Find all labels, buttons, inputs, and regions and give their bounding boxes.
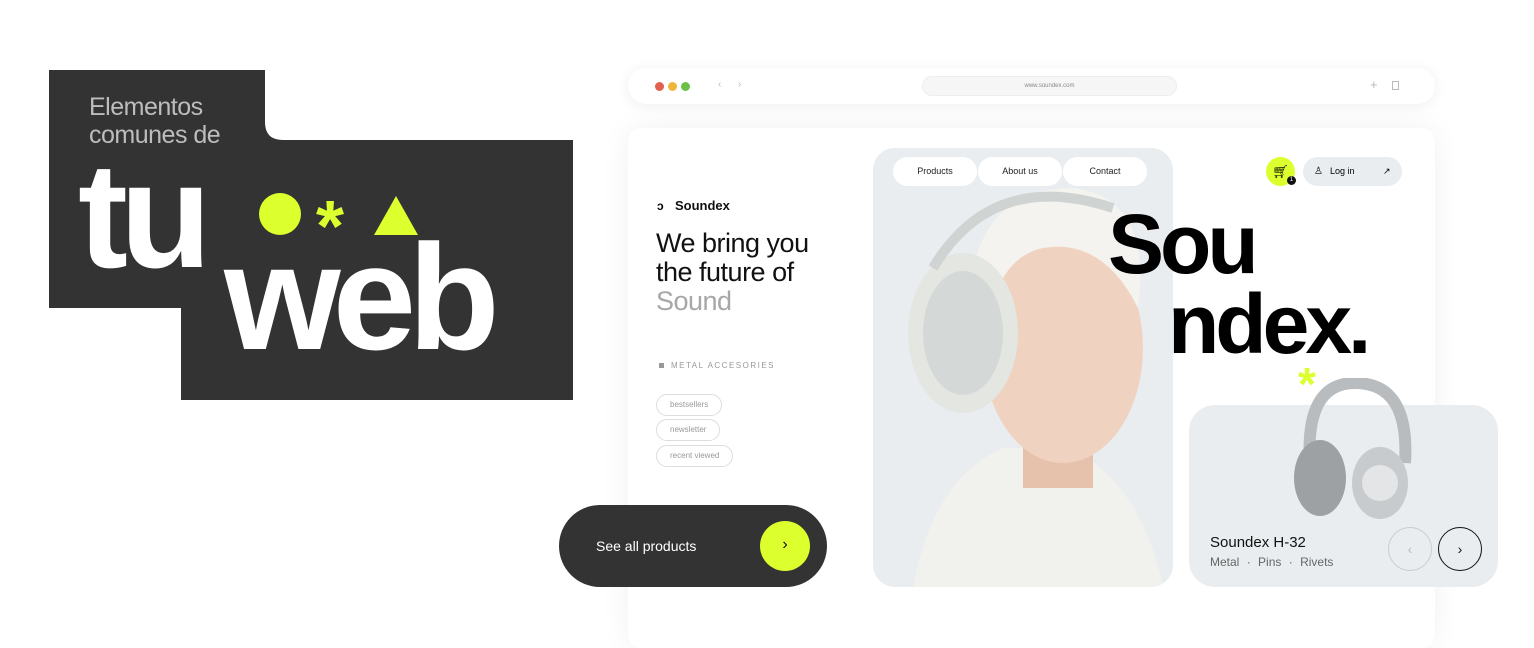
promo-word-tu: tu	[78, 131, 212, 299]
tag-recent-viewed[interactable]: recent viewed	[656, 445, 734, 467]
tag-bestsellers[interactable]: bestsellers	[656, 394, 723, 416]
chevron-left-icon: ‹	[1407, 541, 1413, 557]
nav-contact[interactable]: Contact	[1063, 157, 1147, 186]
tag-newsletter[interactable]: newsletter	[656, 419, 721, 441]
cta-label: See all products	[596, 538, 697, 554]
product-name: Soundex H-32	[1210, 534, 1306, 551]
square-bullet-icon	[659, 363, 664, 368]
login-label: Log in	[1330, 166, 1355, 176]
promo-word-web: web	[224, 213, 500, 381]
prev-button[interactable]: ‹	[1388, 527, 1432, 571]
intro-line: Elementos	[89, 93, 203, 121]
forward-icon[interactable]: ›	[738, 79, 741, 90]
close-dot-icon[interactable]	[655, 82, 664, 91]
feature: Pins	[1258, 555, 1282, 569]
category-label: METAL ACCESORIES	[671, 361, 776, 370]
nav-about-us[interactable]: About us	[978, 157, 1062, 186]
wordmark-line: ndex.	[1168, 277, 1371, 371]
separator: ·	[1288, 555, 1293, 569]
brand-name[interactable]: Soundex	[675, 198, 730, 213]
back-icon[interactable]: ‹	[718, 79, 721, 90]
headline: We bring you the future of Sound	[656, 229, 809, 316]
user-icon: ♙	[1314, 166, 1323, 177]
product-features: Metal · Pins · Rivets	[1210, 555, 1333, 569]
feature: Metal	[1210, 555, 1240, 569]
cart-icon: 🛒︎	[1272, 164, 1289, 179]
copy-icon[interactable]	[1392, 81, 1399, 90]
browser-bar: ‹ › www.soundex.com +	[628, 68, 1435, 104]
headline-line: Sound	[656, 286, 732, 316]
headline-line: the future of	[656, 257, 794, 287]
headline-line: We bring you	[656, 228, 809, 258]
maximize-dot-icon[interactable]	[681, 82, 690, 91]
separator: ·	[1246, 555, 1251, 569]
cart-count-badge: 1	[1287, 176, 1296, 185]
url-bar[interactable]: www.soundex.com	[922, 76, 1177, 96]
nav-products[interactable]: Products	[893, 157, 977, 186]
plus-icon[interactable]: +	[1370, 77, 1378, 92]
arrow-up-right-icon: ↗	[1383, 166, 1391, 176]
chevron-right-icon[interactable]: ›	[760, 521, 810, 571]
chevron-right-icon: ›	[1457, 541, 1463, 557]
headphones-product-image	[1294, 378, 1412, 519]
next-button[interactable]: ›	[1438, 527, 1482, 571]
brand-logo-icon: ↄ	[657, 199, 664, 213]
wordmark-line: Sou	[1108, 197, 1259, 291]
login-button[interactable]: ♙ Log in ↗	[1303, 157, 1402, 186]
minimize-dot-icon[interactable]	[668, 82, 677, 91]
see-all-products-button[interactable]: See all products ›	[559, 505, 827, 587]
feature: Rivets	[1300, 555, 1334, 569]
big-wordmark: Sou ndex.	[1108, 197, 1371, 371]
